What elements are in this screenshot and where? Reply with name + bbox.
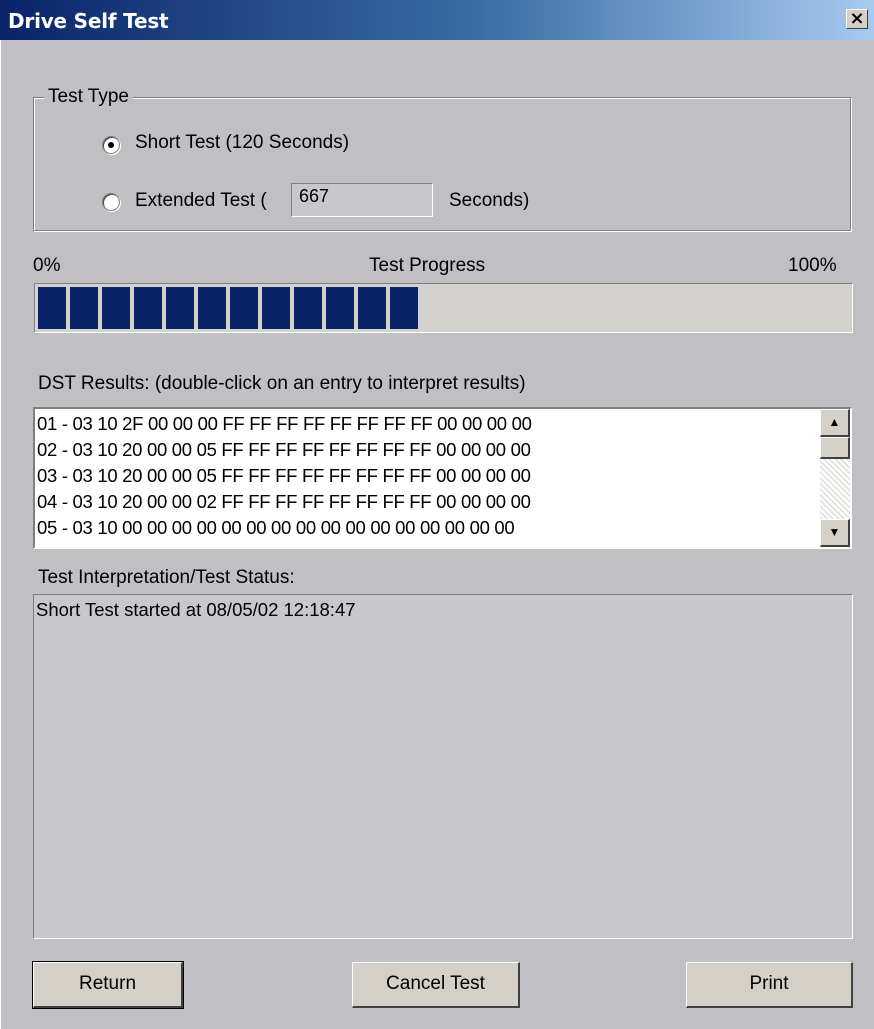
print-button[interactable]: Print bbox=[686, 962, 853, 1008]
progress-block bbox=[230, 287, 258, 329]
window-title: Drive Self Test bbox=[8, 9, 169, 33]
extended-test-label[interactable]: Extended Test ( bbox=[135, 190, 267, 212]
test-progress-bar bbox=[34, 283, 853, 333]
test-status-box: Short Test started at 08/05/02 12:18:47 bbox=[33, 594, 853, 939]
scroll-down-button[interactable]: ▼ bbox=[820, 519, 850, 547]
extended-seconds-field[interactable]: 667 bbox=[291, 183, 433, 217]
results-row[interactable]: 05 - 03 10 00 00 00 00 00 00 00 00 00 00… bbox=[37, 515, 818, 541]
scroll-thumb[interactable] bbox=[820, 437, 850, 459]
progress-block bbox=[358, 287, 386, 329]
progress-block bbox=[326, 287, 354, 329]
progress-block bbox=[38, 287, 66, 329]
progress-block bbox=[390, 287, 418, 329]
progress-block bbox=[102, 287, 130, 329]
scroll-up-button[interactable]: ▲ bbox=[820, 409, 850, 437]
results-row[interactable]: 04 - 03 10 20 00 00 02 FF FF FF FF FF FF… bbox=[37, 489, 818, 515]
results-label: DST Results: (double-click on an entry t… bbox=[38, 373, 526, 394]
results-row[interactable]: 01 - 03 10 2F 00 00 00 FF FF FF FF FF FF… bbox=[37, 411, 818, 437]
dst-results-list[interactable]: 01 - 03 10 2F 00 00 00 FF FF FF FF FF FF… bbox=[33, 407, 852, 549]
return-button[interactable]: Return bbox=[32, 961, 184, 1009]
status-label: Test Interpretation/Test Status: bbox=[38, 567, 295, 588]
cancel-test-button[interactable]: Cancel Test bbox=[352, 962, 520, 1008]
test-status-text: Short Test started at 08/05/02 12:18:47 bbox=[36, 599, 356, 620]
progress-block bbox=[294, 287, 322, 329]
title-bar: Drive Self Test × bbox=[0, 0, 874, 40]
progress-min-label: 0% bbox=[33, 255, 61, 276]
extended-test-radio[interactable] bbox=[102, 193, 120, 211]
extended-seconds-suffix: Seconds) bbox=[449, 190, 530, 211]
results-row[interactable]: 06 - 03 10 00 00 00 00 00 00 00 00 00 00… bbox=[37, 541, 818, 545]
progress-fill bbox=[38, 287, 418, 329]
progress-title: Test Progress bbox=[369, 255, 486, 276]
test-type-legend: Test Type bbox=[44, 86, 133, 108]
close-button[interactable]: × bbox=[846, 9, 868, 29]
results-row[interactable]: 02 - 03 10 20 00 00 05 FF FF FF FF FF FF… bbox=[37, 437, 818, 463]
results-scrollbar[interactable]: ▲ ▼ bbox=[820, 409, 850, 547]
short-test-radio[interactable] bbox=[102, 136, 120, 154]
progress-block bbox=[70, 287, 98, 329]
short-test-label[interactable]: Short Test (120 Seconds) bbox=[135, 132, 349, 154]
progress-block bbox=[198, 287, 226, 329]
progress-block bbox=[134, 287, 162, 329]
progress-max-label: 100% bbox=[788, 255, 837, 276]
progress-block bbox=[166, 287, 194, 329]
progress-block bbox=[262, 287, 290, 329]
results-row[interactable]: 03 - 03 10 20 00 00 05 FF FF FF FF FF FF… bbox=[37, 463, 818, 489]
